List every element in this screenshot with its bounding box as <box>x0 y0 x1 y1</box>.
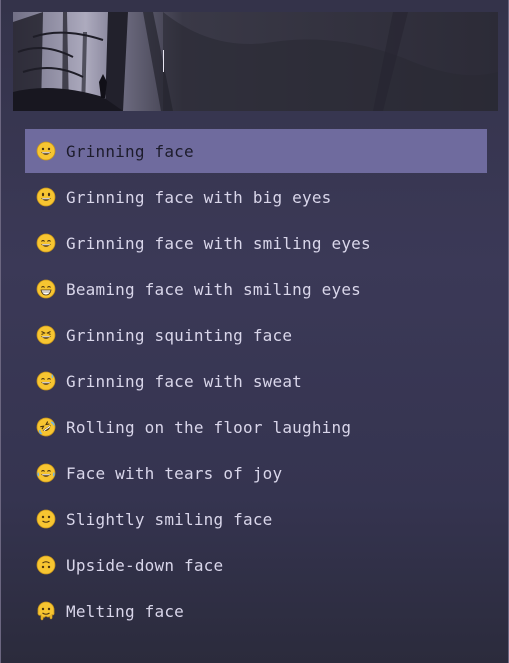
grinning-face-sweat-icon <box>36 371 56 391</box>
emoji-picker-window: Grinning face Grinning face with big eyes… <box>0 0 509 663</box>
emoji-result-item[interactable]: Beaming face with smiling eyes <box>25 267 487 311</box>
tears-of-joy-icon <box>36 463 56 483</box>
emoji-result-label: Grinning squinting face <box>66 325 293 345</box>
grinning-face-big-eyes-icon <box>36 187 56 207</box>
emoji-result-label: Grinning face with big eyes <box>66 187 332 207</box>
emoji-result-label: Melting face <box>66 601 184 621</box>
search-input[interactable] <box>141 30 481 70</box>
emoji-result-item[interactable]: Slightly smiling face <box>25 497 487 541</box>
emoji-result-item[interactable]: Grinning face with smiling eyes <box>25 221 487 265</box>
emoji-result-item[interactable]: Upside-down face <box>25 543 487 587</box>
emoji-result-label: Rolling on the floor laughing <box>66 417 352 437</box>
emoji-result-item[interactable]: Grinning face with big eyes <box>25 175 487 219</box>
emoji-result-label: Grinning face with sweat <box>66 371 302 391</box>
emoji-result-item[interactable]: Grinning face with sweat <box>25 359 487 403</box>
emoji-result-label: Beaming face with smiling eyes <box>66 279 361 299</box>
emoji-result-item[interactable]: Grinning squinting face <box>25 313 487 357</box>
slightly-smiling-face-icon <box>36 509 56 529</box>
emoji-result-label: Grinning face <box>66 141 194 161</box>
emoji-result-label: Upside-down face <box>66 555 224 575</box>
beaming-face-icon <box>36 279 56 299</box>
emoji-result-item[interactable]: Melting face <box>25 589 487 633</box>
text-cursor <box>163 50 164 72</box>
emoji-result-label: Face with tears of joy <box>66 463 283 483</box>
emoji-result-label: Slightly smiling face <box>66 509 273 529</box>
grinning-squinting-face-icon <box>36 325 56 345</box>
melting-face-icon <box>36 601 56 621</box>
upside-down-face-icon <box>36 555 56 575</box>
rolling-laughing-icon <box>36 417 56 437</box>
emoji-result-item[interactable]: Face with tears of joy <box>25 451 487 495</box>
grinning-face-icon <box>36 141 56 161</box>
grinning-face-smiling-eyes-icon <box>36 233 56 253</box>
emoji-result-item[interactable]: Rolling on the floor laughing <box>25 405 487 449</box>
emoji-result-item[interactable]: Grinning face <box>25 129 487 173</box>
emoji-result-label: Grinning face with smiling eyes <box>66 233 371 253</box>
emoji-results-list: Grinning face Grinning face with big eyes… <box>25 129 487 635</box>
